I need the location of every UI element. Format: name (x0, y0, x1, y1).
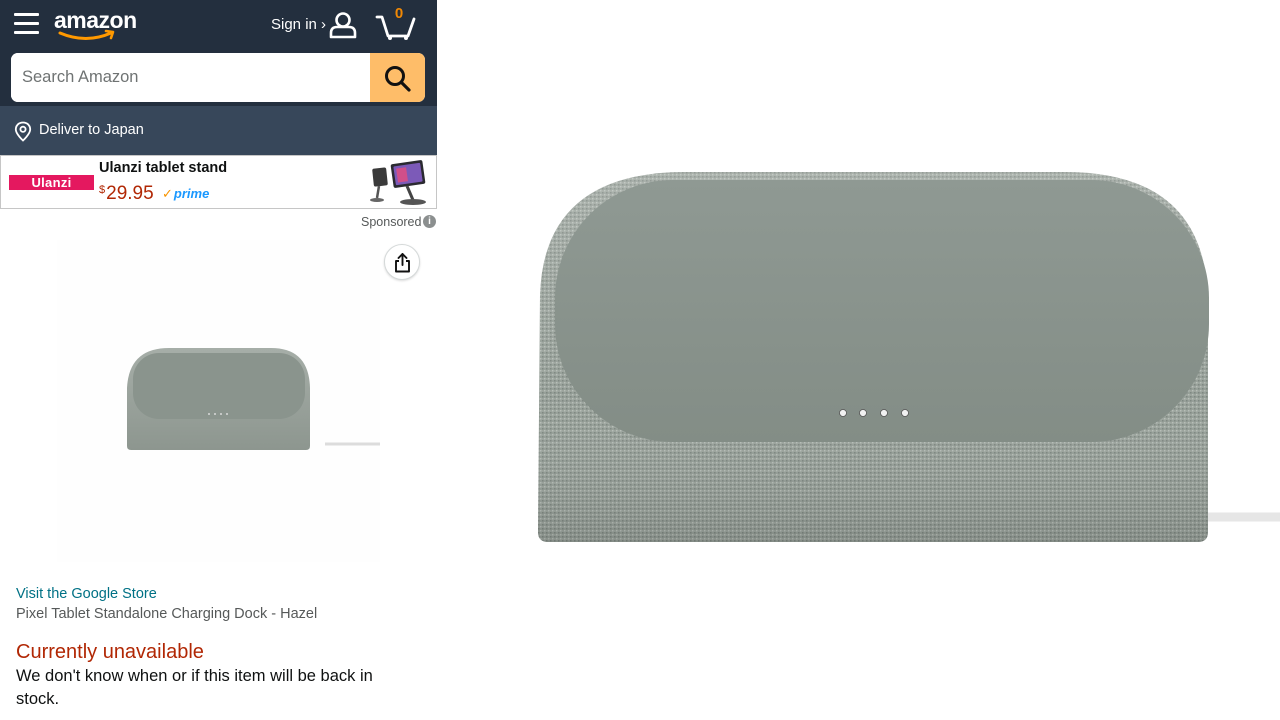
location-pin-icon (14, 121, 32, 142)
ulanzi-brand-logo: Ulanzi (9, 175, 94, 190)
charging-dock-image (538, 172, 1280, 542)
availability-message: We don't know when or if this item will … (16, 667, 373, 708)
ad-price-currency: $ (99, 184, 106, 196)
ad-product-title: Ulanzi tablet stand (99, 160, 228, 176)
mobile-product-page: amazon Sign in › 0 Search Amazon Deliver… (0, 0, 437, 720)
prime-label: prime (173, 186, 210, 201)
cart-count-badge: 0 (394, 5, 404, 22)
search-button[interactable] (370, 53, 425, 102)
share-button[interactable] (384, 244, 420, 280)
deliver-to-bar[interactable]: Deliver to Japan (0, 106, 437, 155)
visit-store-link[interactable]: Visit the Google Store (16, 586, 157, 602)
amazon-logo[interactable]: amazon (54, 7, 146, 43)
top-navigation-bar: amazon Sign in › 0 (0, 0, 437, 106)
product-thumbnail-image (127, 348, 380, 450)
deliver-to-label: Deliver to Japan (39, 122, 144, 138)
prime-check-icon: ✓ (162, 186, 173, 201)
sponsored-ad-banner[interactable]: Ulanzi Ulanzi tablet stand $29.95 ✓prime (0, 155, 437, 209)
ad-price: $29.95 (99, 183, 154, 205)
sign-in-link[interactable]: Sign in › (271, 16, 326, 33)
ad-price-value: 29.95 (106, 183, 154, 204)
sponsored-label: Sponsored (361, 215, 422, 229)
product-image-carousel[interactable] (57, 240, 380, 562)
product-large-image (500, 150, 1280, 570)
share-icon (395, 253, 410, 273)
tablet-stand-image (370, 160, 426, 205)
availability-status: Currently unavailable (16, 641, 204, 663)
prime-badge: ✓prime (162, 186, 209, 202)
search-input[interactable] (11, 53, 370, 102)
search-icon (385, 66, 411, 92)
cart-button[interactable]: 0 (375, 5, 419, 41)
user-icon[interactable] (328, 11, 358, 39)
search-bar (11, 53, 425, 102)
info-icon[interactable]: i (423, 215, 436, 228)
logo-smile-icon (58, 29, 115, 40)
hamburger-menu-icon[interactable] (14, 13, 39, 34)
product-title: Pixel Tablet Standalone Charging Dock - … (16, 606, 318, 622)
